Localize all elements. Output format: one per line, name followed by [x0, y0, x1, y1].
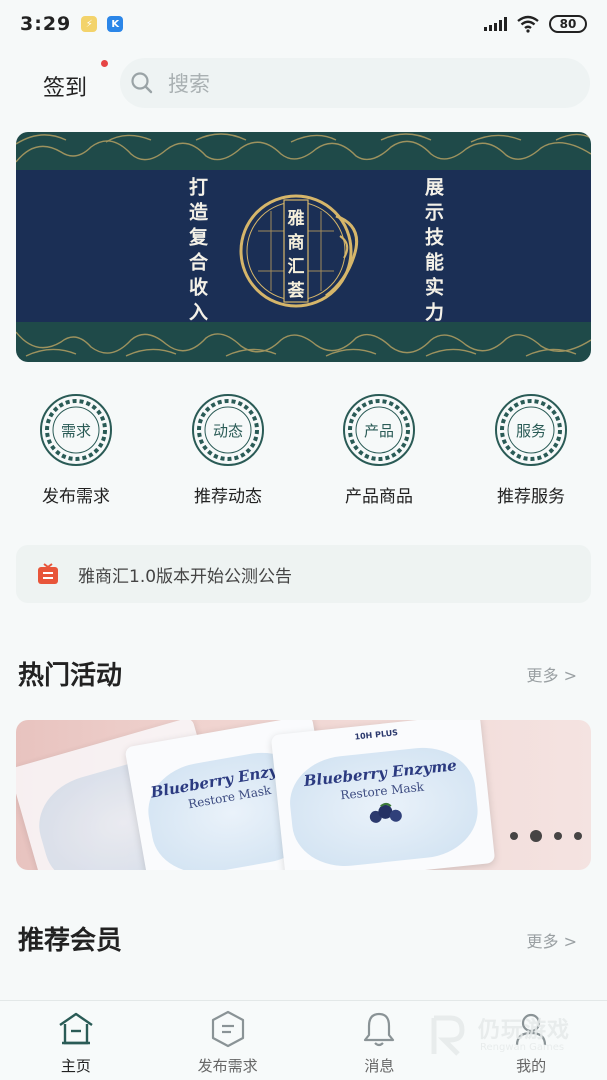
- hot-activity-title: 热门活动: [18, 661, 123, 691]
- signin-badge-dot: [101, 60, 108, 67]
- cloud-pattern-top: [16, 133, 591, 163]
- seal-char-1: 雅: [287, 208, 305, 229]
- seal-char-3: 汇: [288, 257, 305, 277]
- yashanghui-seal-logo: 雅 商 汇 荟: [239, 194, 359, 308]
- recommended-news-seal-icon: 动态: [192, 394, 264, 466]
- quick-link-products[interactable]: 产品 产品商品: [319, 392, 439, 507]
- seal-glyph-4: 服务: [516, 422, 546, 440]
- announcement-text: 雅商汇1.0版本开始公测公告: [78, 566, 293, 587]
- watermark-logo-icon: [431, 1015, 465, 1056]
- banner-slogan-left: 打造复合收入: [186, 177, 208, 327]
- nav-home-label: 主页: [60, 1057, 91, 1075]
- nav-messages-label: 消息: [364, 1057, 395, 1075]
- carousel-dot[interactable]: [510, 832, 518, 840]
- search-placeholder: 搜索: [168, 72, 210, 96]
- nav-publish-label: 发布需求: [197, 1057, 258, 1075]
- publish-icon: [211, 1010, 244, 1048]
- banner-slogan-right: 展示技能实力: [422, 177, 444, 327]
- carousel-dot[interactable]: [574, 832, 582, 840]
- seal-glyph-2: 动态: [213, 422, 243, 440]
- seal-glyph-1: 需求: [61, 422, 91, 440]
- hot-activity-carousel[interactable]: Blueberry Enzyme Restore Mask 10H PLUS B…: [16, 720, 591, 870]
- carousel-indicator: [510, 830, 591, 842]
- battery-indicator: 80: [549, 15, 587, 33]
- carousel-dot-active[interactable]: [530, 830, 542, 842]
- seal-char-4: 荟: [287, 280, 306, 301]
- nav-publish[interactable]: 发布需求: [152, 1001, 304, 1080]
- quick-link-label: 产品商品: [345, 487, 413, 507]
- quick-link-recommended-news[interactable]: 动态 推荐动态: [168, 392, 288, 507]
- quick-link-label: 推荐动态: [194, 487, 262, 507]
- recommended-members-title: 推荐会员: [18, 926, 123, 956]
- quick-link-label: 推荐服务: [497, 487, 565, 507]
- recommended-members-more-link[interactable]: 更多 >: [527, 928, 578, 952]
- watermark-main-text: 仍玩游戏: [478, 1018, 571, 1043]
- status-bar: 3:29 ⚡ K 80: [0, 0, 607, 48]
- notification-k-icon: K: [107, 16, 124, 32]
- product-image-right: 10H PLUS Blueberry Enzyme Restore Mask: [270, 720, 496, 870]
- quick-link-label: 发布需求: [42, 487, 110, 507]
- search-icon: [131, 72, 153, 94]
- announcement-bar[interactable]: 雅商汇1.0版本开始公测公告: [16, 545, 591, 603]
- announcement-icon: [38, 563, 58, 584]
- quick-link-recommended-services[interactable]: 服务 推荐服务: [471, 392, 591, 507]
- blueberry-image: [369, 802, 402, 823]
- quick-link-publish-demand[interactable]: 需求 发布需求: [16, 392, 136, 507]
- header: 签到 搜索: [0, 56, 607, 112]
- nav-home[interactable]: 主页: [0, 1001, 152, 1080]
- recommended-services-seal-icon: 服务: [495, 394, 567, 466]
- seal-glyph-3: 产品: [364, 422, 394, 440]
- watermark: 仍玩游戏 Rengwan Games: [428, 1012, 598, 1062]
- carousel-dot[interactable]: [554, 832, 562, 840]
- wifi-icon: [517, 15, 539, 33]
- promo-banner[interactable]: 打造复合收入 展示技能实力 雅 商 汇 荟: [16, 132, 591, 362]
- status-time: 3:29: [20, 13, 72, 35]
- signin-button[interactable]: 签到: [43, 70, 87, 102]
- publish-demand-seal-icon: 需求: [40, 394, 112, 466]
- bell-icon: [364, 1012, 395, 1047]
- search-bar[interactable]: 搜索: [120, 58, 590, 108]
- home-icon: [59, 1012, 93, 1045]
- products-seal-icon: 产品: [343, 394, 415, 466]
- cloud-pattern-bottom: [16, 331, 591, 357]
- notification-app-icon: ⚡: [81, 16, 98, 32]
- quick-links: 需求 发布需求 动态 推荐动态 产品 产品商品 服务 推荐服务: [0, 392, 607, 512]
- seal-char-2: 商: [288, 232, 305, 253]
- hot-activity-more-link[interactable]: 更多 >: [527, 662, 578, 686]
- watermark-sub-text: Rengwan Games: [480, 1042, 565, 1053]
- signal-icon: [484, 17, 507, 31]
